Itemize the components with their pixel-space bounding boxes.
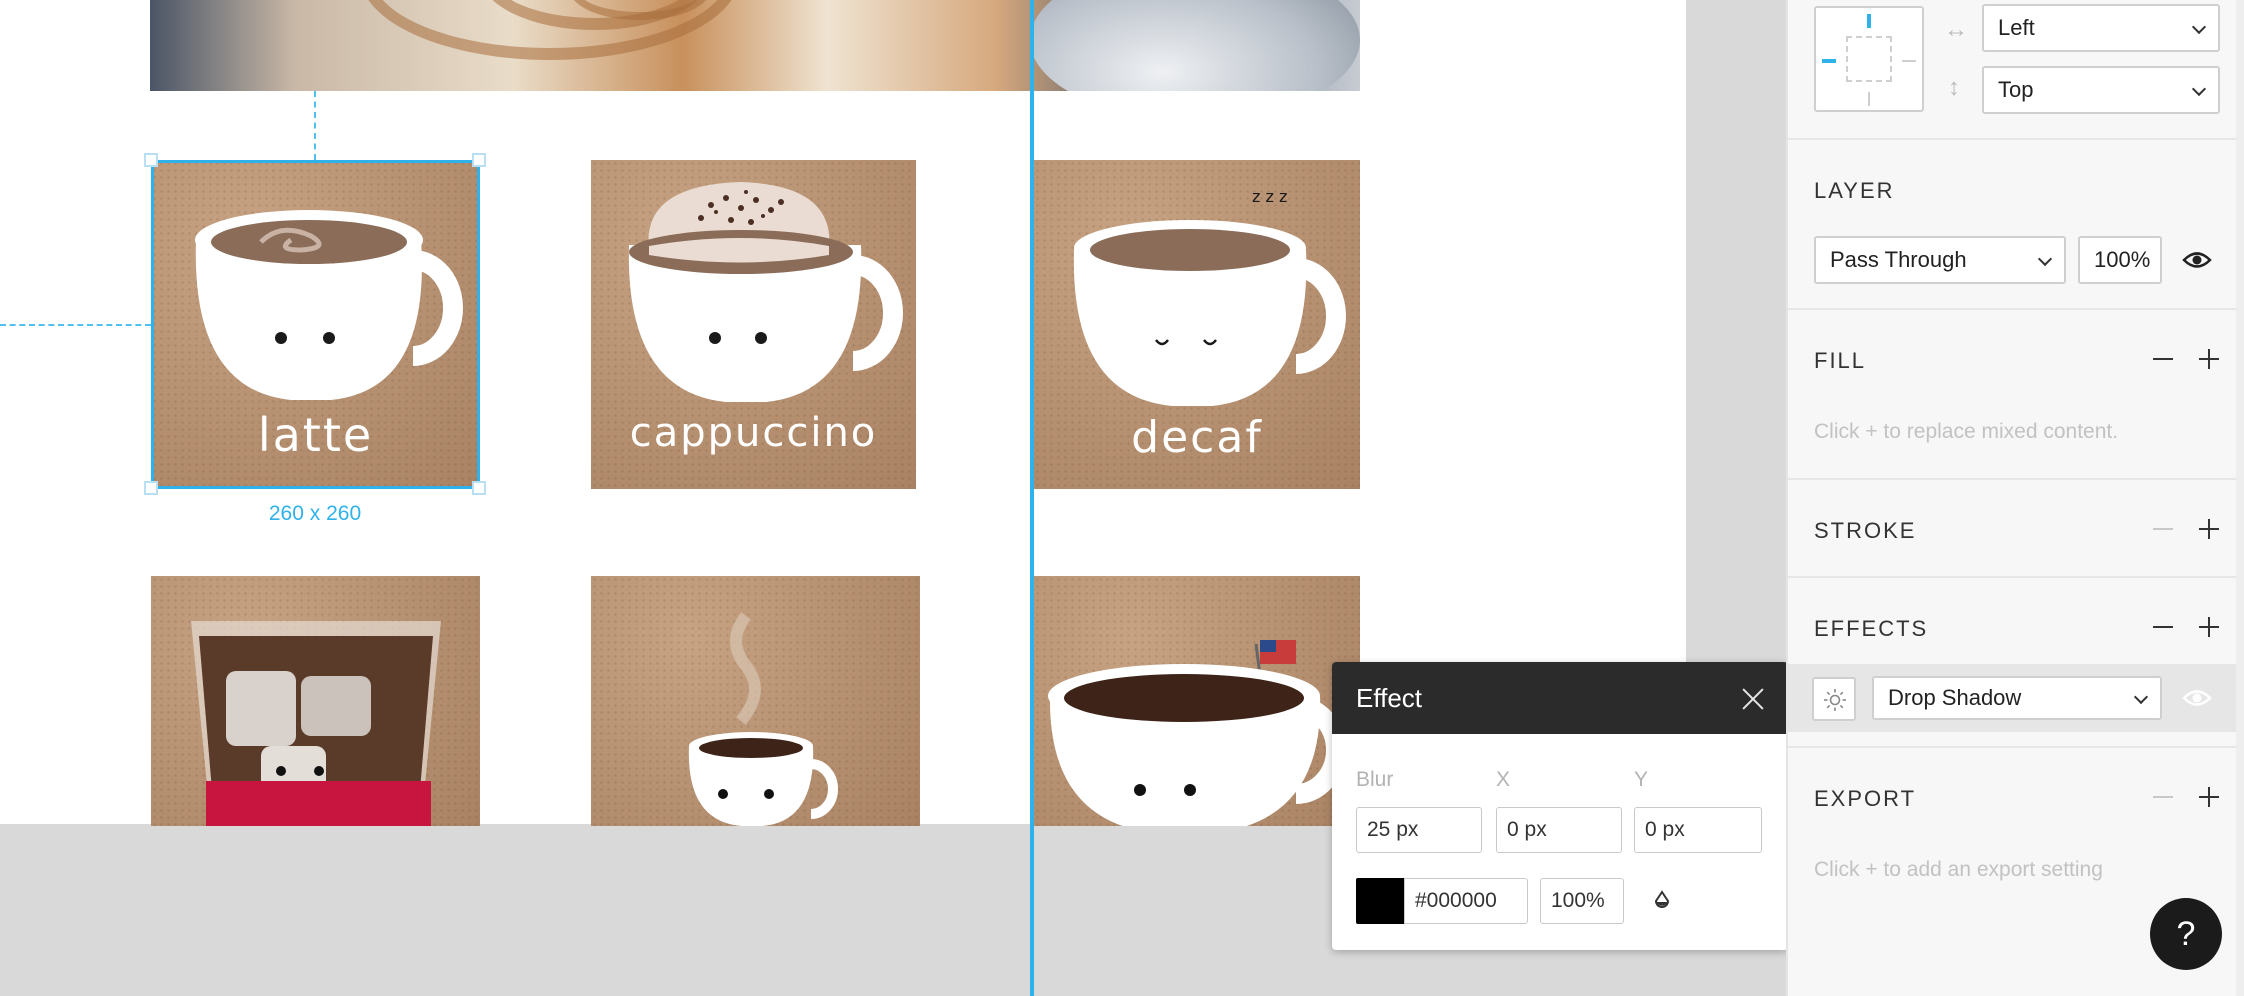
vertical-guide-line[interactable] bbox=[1030, 0, 1034, 996]
tile-label: cappuccino bbox=[629, 410, 878, 456]
panel-scrollbar[interactable] bbox=[2236, 0, 2244, 996]
x-label: X bbox=[1496, 768, 1511, 791]
x-offset-input[interactable]: 0 px bbox=[1496, 807, 1622, 853]
help-button[interactable]: ? bbox=[2150, 898, 2222, 970]
tile-americano[interactable] bbox=[1034, 576, 1360, 826]
selection-size-label: 260 x 260 bbox=[268, 502, 362, 525]
add-fill-button[interactable] bbox=[2198, 348, 2220, 370]
tile-label: decaf bbox=[1131, 412, 1263, 463]
resize-handle-bottom-right[interactable] bbox=[472, 481, 486, 495]
shadow-opacity-input[interactable]: 100% bbox=[1540, 878, 1624, 924]
eye-icon[interactable] bbox=[2182, 688, 2212, 708]
export-hint: Click + to add an export setting bbox=[1814, 858, 2103, 881]
blend-mode-select[interactable]: Pass Through bbox=[1814, 236, 2066, 284]
add-effect-button[interactable] bbox=[2198, 616, 2220, 638]
blend-mode-value: Pass Through bbox=[1830, 247, 1967, 272]
effects-section-title: EFFECTS bbox=[1814, 616, 1929, 641]
horizontal-resize-icon: ↔ bbox=[1944, 16, 1968, 43]
close-icon[interactable] bbox=[1742, 687, 1764, 709]
constraints-widget[interactable] bbox=[1814, 6, 1924, 112]
effect-row[interactable]: Drop Shadow bbox=[1788, 664, 2236, 732]
effect-type-value: Drop Shadow bbox=[1888, 685, 2022, 710]
tile-cappuccino[interactable]: cappuccino bbox=[591, 160, 916, 489]
espresso-cup-illustration bbox=[688, 612, 838, 826]
selection-box[interactable] bbox=[151, 160, 480, 489]
eye-icon[interactable] bbox=[2182, 250, 2212, 270]
fill-hint: Click + to replace mixed content. bbox=[1814, 420, 2119, 443]
resize-handle-top-left[interactable] bbox=[144, 153, 158, 167]
sun-icon bbox=[1824, 689, 1846, 711]
fill-section-title: FILL bbox=[1814, 348, 1867, 373]
effect-type-select[interactable]: Drop Shadow bbox=[1872, 676, 2162, 720]
horizontal-constraint-value: Left bbox=[1998, 15, 2035, 40]
remove-effect-button[interactable] bbox=[2152, 616, 2174, 638]
effect-popup-title: Effect bbox=[1356, 682, 1423, 713]
measure-guide-horizontal bbox=[0, 324, 151, 326]
chevron-down-icon bbox=[2133, 689, 2149, 705]
svg-text:z z z: z z z bbox=[1252, 187, 1287, 206]
stroke-section-title: STROKE bbox=[1814, 518, 1917, 543]
remove-stroke-button bbox=[2152, 518, 2174, 540]
properties-panel: ↔ Left ↕ Top LAYER Pass Through 100% FIL… bbox=[1786, 0, 2244, 996]
chevron-down-icon bbox=[2191, 19, 2207, 35]
add-export-button[interactable] bbox=[2198, 786, 2220, 808]
americano-cup-illustration bbox=[1048, 640, 1346, 826]
blur-label: Blur bbox=[1356, 768, 1394, 791]
tile-decaf[interactable]: z z z decaf bbox=[1034, 160, 1360, 489]
resize-handle-top-right[interactable] bbox=[472, 153, 486, 167]
shadow-color-hex-input[interactable]: #000000 bbox=[1404, 878, 1528, 924]
effect-popup: Effect Blur X Y 25 px 0 px 0 px #000000 … bbox=[1332, 662, 1788, 950]
remove-export-button bbox=[2152, 786, 2174, 808]
vertical-resize-icon: ↕ bbox=[1948, 74, 1960, 101]
resize-handle-bottom-left[interactable] bbox=[144, 481, 158, 495]
tile-iced-coffee[interactable] bbox=[151, 576, 480, 826]
blur-input[interactable]: 25 px bbox=[1356, 807, 1482, 853]
effect-popup-header: Effect bbox=[1332, 662, 1788, 734]
measure-guide-vertical bbox=[314, 91, 316, 160]
horizontal-constraint-select[interactable]: Left bbox=[1982, 4, 2220, 52]
layer-section-title: LAYER bbox=[1814, 178, 1895, 203]
shadow-color-swatch[interactable] bbox=[1356, 878, 1404, 924]
effect-settings-button[interactable] bbox=[1812, 677, 1856, 721]
y-offset-input[interactable]: 0 px bbox=[1634, 807, 1762, 853]
hero-coffee-image[interactable] bbox=[150, 0, 1360, 91]
iced-coffee-illustration bbox=[191, 621, 441, 826]
chevron-down-icon bbox=[2191, 81, 2207, 97]
blend-mode-drop-icon[interactable] bbox=[1652, 890, 1672, 910]
y-label: Y bbox=[1634, 768, 1649, 791]
layer-opacity-input[interactable]: 100% bbox=[2078, 236, 2162, 284]
add-stroke-button[interactable] bbox=[2198, 518, 2220, 540]
vertical-constraint-select[interactable]: Top bbox=[1982, 66, 2220, 114]
vertical-constraint-value: Top bbox=[1998, 77, 2034, 102]
remove-fill-button[interactable] bbox=[2152, 348, 2174, 370]
export-section-title: EXPORT bbox=[1814, 786, 1917, 811]
chevron-down-icon bbox=[2037, 251, 2053, 267]
tile-espresso[interactable] bbox=[591, 576, 920, 826]
